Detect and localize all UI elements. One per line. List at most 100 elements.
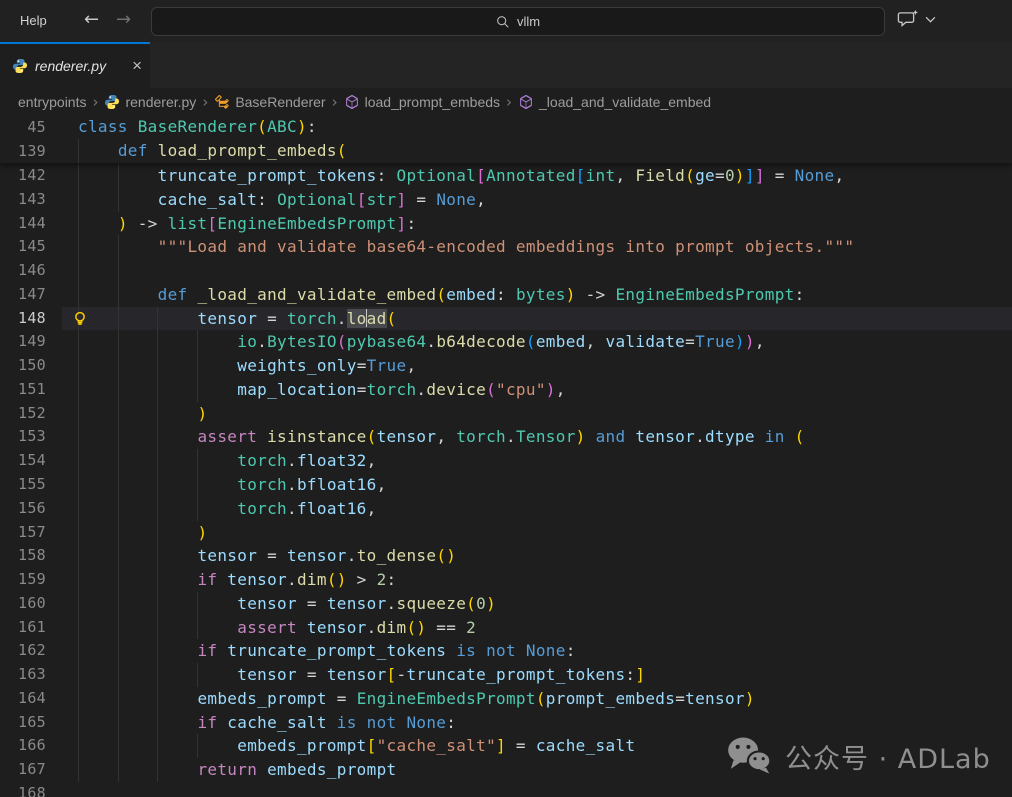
line-number[interactable]: 153: [0, 425, 46, 449]
code-token: (): [327, 570, 347, 589]
line-number[interactable]: 142: [0, 164, 46, 188]
code-line-45[interactable]: 45class BaseRenderer(ABC):: [0, 115, 1012, 139]
code-line-162[interactable]: 162 if truncate_prompt_tokens is not Non…: [0, 639, 1012, 663]
breadcrumb-item--load-and-validate-embed[interactable]: _load_and_validate_embed: [518, 94, 711, 110]
code-token: [78, 665, 237, 684]
code-text: tensor = torch.load(: [78, 307, 397, 331]
code-line-150[interactable]: 150 weights_only=True,: [0, 354, 1012, 378]
breadcrumb-label: BaseRenderer: [235, 94, 325, 110]
breadcrumb-item-renderer-py[interactable]: renderer.py: [104, 94, 196, 110]
line-number[interactable]: 166: [0, 734, 46, 758]
code-token: ]: [745, 166, 755, 185]
code-line-168[interactable]: 168: [0, 782, 1012, 797]
line-number[interactable]: 148: [0, 307, 46, 331]
line-number[interactable]: 158: [0, 544, 46, 568]
chevron-down-icon: [925, 16, 936, 23]
search-box[interactable]: vllm: [151, 7, 885, 36]
breadcrumb-item-baserenderer[interactable]: BaseRenderer: [214, 94, 325, 110]
forward-arrow-icon[interactable]: →: [116, 0, 131, 42]
code-token: [257, 760, 267, 779]
code-token: bfloat16: [297, 475, 377, 494]
editor-code-area[interactable]: 142 truncate_prompt_tokens: Optional[Ann…: [0, 163, 1012, 797]
code-line-154[interactable]: 154 torch.float32,: [0, 449, 1012, 473]
code-token: [148, 141, 158, 160]
code-token: ,: [436, 427, 456, 446]
line-number[interactable]: 156: [0, 497, 46, 521]
code-token: [586, 427, 596, 446]
line-number[interactable]: 160: [0, 592, 46, 616]
code-text: ): [78, 521, 207, 545]
line-number[interactable]: 145: [0, 235, 46, 259]
code-line-164[interactable]: 164 embeds_prompt = EngineEmbedsPrompt(p…: [0, 687, 1012, 711]
line-number[interactable]: 164: [0, 687, 46, 711]
line-number[interactable]: 152: [0, 402, 46, 426]
code-line-156[interactable]: 156 torch.float16,: [0, 497, 1012, 521]
line-number[interactable]: 161: [0, 616, 46, 640]
line-number[interactable]: 163: [0, 663, 46, 687]
code-line-148[interactable]: 148 tensor = torch.load(: [0, 307, 1012, 331]
code-token: :: [377, 166, 397, 185]
line-number[interactable]: 149: [0, 330, 46, 354]
line-number[interactable]: 154: [0, 449, 46, 473]
code-token: ): [197, 523, 207, 542]
line-number[interactable]: 155: [0, 473, 46, 497]
watermark-text: 公众号 · ADLab: [785, 737, 991, 776]
code-line-157[interactable]: 157 ): [0, 521, 1012, 545]
line-number[interactable]: 147: [0, 283, 46, 307]
line-number[interactable]: 159: [0, 568, 46, 592]
line-number[interactable]: 143: [0, 188, 46, 212]
code-token: load_prompt_embeds: [158, 141, 337, 160]
code-line-155[interactable]: 155 torch.bfloat16,: [0, 473, 1012, 497]
code-line-163[interactable]: 163 tensor = tensor[-truncate_prompt_tok…: [0, 663, 1012, 687]
line-number[interactable]: 157: [0, 521, 46, 545]
code-token: bytes: [516, 285, 566, 304]
code-line-158[interactable]: 158 tensor = tensor.to_dense(): [0, 544, 1012, 568]
tab-renderer-py[interactable]: renderer.py ×: [0, 42, 150, 88]
code-token: ad: [367, 309, 387, 328]
line-number[interactable]: 168: [0, 782, 46, 797]
code-line-144[interactable]: 144 ) -> list[EngineEmbedsPrompt]:: [0, 212, 1012, 236]
code-line-147[interactable]: 147 def _load_and_validate_embed(embed: …: [0, 283, 1012, 307]
code-token: ]: [397, 214, 407, 233]
line-number[interactable]: 139: [0, 139, 46, 163]
line-number[interactable]: 165: [0, 711, 46, 735]
code-line-149[interactable]: 149 io.BytesIO(pybase64.b64decode(embed,…: [0, 330, 1012, 354]
code-line-160[interactable]: 160 tensor = tensor.squeeze(0): [0, 592, 1012, 616]
code-token: cache_salt: [536, 736, 636, 755]
breadcrumb-item-load-prompt-embeds[interactable]: load_prompt_embeds: [344, 94, 500, 110]
copilot-button[interactable]: [897, 9, 936, 29]
code-token: dtype: [705, 427, 755, 446]
line-number[interactable]: 146: [0, 259, 46, 283]
code-line-153[interactable]: 153 assert isinstance(tensor, torch.Tens…: [0, 425, 1012, 449]
code-token: ): [197, 404, 207, 423]
code-token: str: [367, 190, 397, 209]
code-line-159[interactable]: 159 if tensor.dim() > 2:: [0, 568, 1012, 592]
code-line-161[interactable]: 161 assert tensor.dim() == 2: [0, 616, 1012, 640]
menu-help[interactable]: Help: [14, 0, 53, 42]
code-token: =: [297, 665, 327, 684]
code-token: [78, 618, 237, 637]
code-line-142[interactable]: 142 truncate_prompt_tokens: Optional[Ann…: [0, 164, 1012, 188]
code-token: [217, 713, 227, 732]
code-line-145[interactable]: 145 """Load and validate base64-encoded …: [0, 235, 1012, 259]
code-line-165[interactable]: 165 if cache_salt is not None:: [0, 711, 1012, 735]
line-number[interactable]: 151: [0, 378, 46, 402]
method-icon: [344, 94, 360, 110]
code-line-151[interactable]: 151 map_location=torch.device("cpu"),: [0, 378, 1012, 402]
code-token: [: [476, 166, 486, 185]
close-icon[interactable]: ×: [132, 58, 142, 74]
back-arrow-icon[interactable]: ←: [84, 0, 99, 42]
line-number[interactable]: 150: [0, 354, 46, 378]
code-line-146[interactable]: 146: [0, 259, 1012, 283]
line-number[interactable]: 45: [0, 115, 46, 139]
line-number[interactable]: 144: [0, 212, 46, 236]
breadcrumb-item-entrypoints[interactable]: entrypoints: [18, 94, 86, 110]
search-value: vllm: [517, 14, 540, 29]
line-number[interactable]: 162: [0, 639, 46, 663]
code-token: tensor: [237, 594, 297, 613]
line-number[interactable]: 167: [0, 758, 46, 782]
code-line-139[interactable]: 139 def load_prompt_embeds(: [0, 139, 1012, 163]
code-line-143[interactable]: 143 cache_salt: Optional[str] = None,: [0, 188, 1012, 212]
code-token: [78, 356, 237, 375]
code-line-152[interactable]: 152 ): [0, 402, 1012, 426]
